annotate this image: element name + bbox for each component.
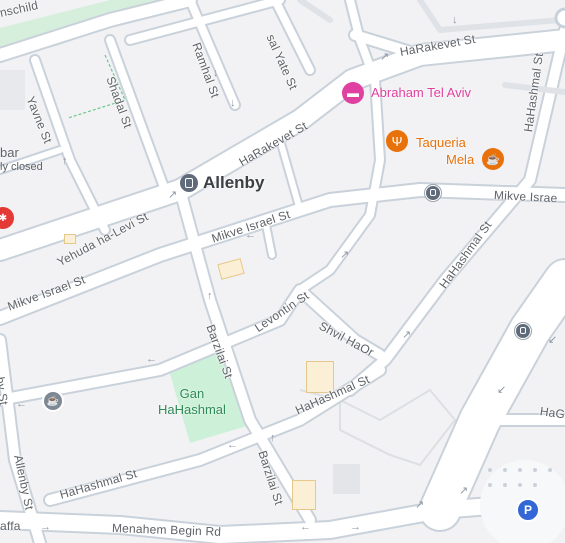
- one-way-arrow: ↗: [402, 329, 412, 341]
- bar-label[interactable]: bar: [0, 145, 19, 160]
- restaurant-name-line1: Taqueria: [416, 135, 466, 150]
- train-station-icon: [180, 174, 198, 192]
- building: [292, 480, 316, 510]
- allenby-station[interactable]: Allenby: [180, 173, 264, 193]
- one-way-arrow: ↓: [452, 14, 458, 26]
- cafe-gray-icon[interactable]: ☕: [42, 390, 64, 412]
- hotel-icon[interactable]: ▬: [342, 82, 364, 104]
- building-block: [0, 70, 25, 110]
- building: [64, 234, 76, 244]
- one-way-arrow: ←: [300, 521, 311, 533]
- building-block: [333, 464, 360, 494]
- cafe-icon[interactable]: ☕: [482, 148, 504, 170]
- one-way-arrow: ←: [146, 353, 157, 365]
- map-view[interactable]: ↓ ↓ ↗ ↓ ↗ ↑ ← ← ← → ↑ ↗ ↑ ← → → ← ↙ ↙ ↗ …: [0, 0, 565, 543]
- restaurant-name-line2: Mela: [446, 152, 475, 167]
- one-way-arrow: ↓: [230, 97, 236, 109]
- station-label: Allenby: [203, 173, 265, 192]
- one-way-arrow: ←: [227, 439, 238, 451]
- street-label: affa: [0, 519, 21, 533]
- one-way-arrow: ↑: [62, 155, 68, 167]
- roundabout: [554, 7, 565, 29]
- hotel-label[interactable]: Abraham Tel Aviv: [371, 85, 471, 100]
- restaurant-icon[interactable]: Ψ: [386, 130, 408, 152]
- one-way-arrow: ↗: [415, 499, 425, 511]
- restaurant-label[interactable]: Taqueria Mela: [416, 134, 474, 168]
- one-way-arrow: →: [350, 521, 361, 533]
- one-way-arrow: ↙: [497, 384, 507, 396]
- one-way-arrow: ↗: [340, 249, 350, 261]
- one-way-arrow: ↗: [459, 485, 469, 497]
- park-name-line2: HaHashmal: [158, 402, 226, 417]
- bus-stop-icon[interactable]: [515, 323, 531, 339]
- park-name-line1: Gan: [179, 386, 205, 401]
- park-label[interactable]: Gan HaHashmal: [158, 386, 226, 418]
- one-way-arrow: ↙: [548, 334, 558, 346]
- parking-icon[interactable]: P: [516, 498, 540, 522]
- one-way-arrow: ←: [16, 398, 27, 410]
- parking-label: P: [523, 503, 532, 517]
- closed-status: ly closed: [0, 161, 43, 173]
- one-way-arrow: ↑: [207, 290, 213, 302]
- one-way-arrow: ↗: [380, 51, 390, 63]
- bus-stop-icon[interactable]: [425, 185, 441, 201]
- one-way-arrow: ↑: [270, 432, 276, 444]
- one-way-arrow: →: [40, 521, 51, 533]
- one-way-arrow: ↗: [168, 189, 178, 201]
